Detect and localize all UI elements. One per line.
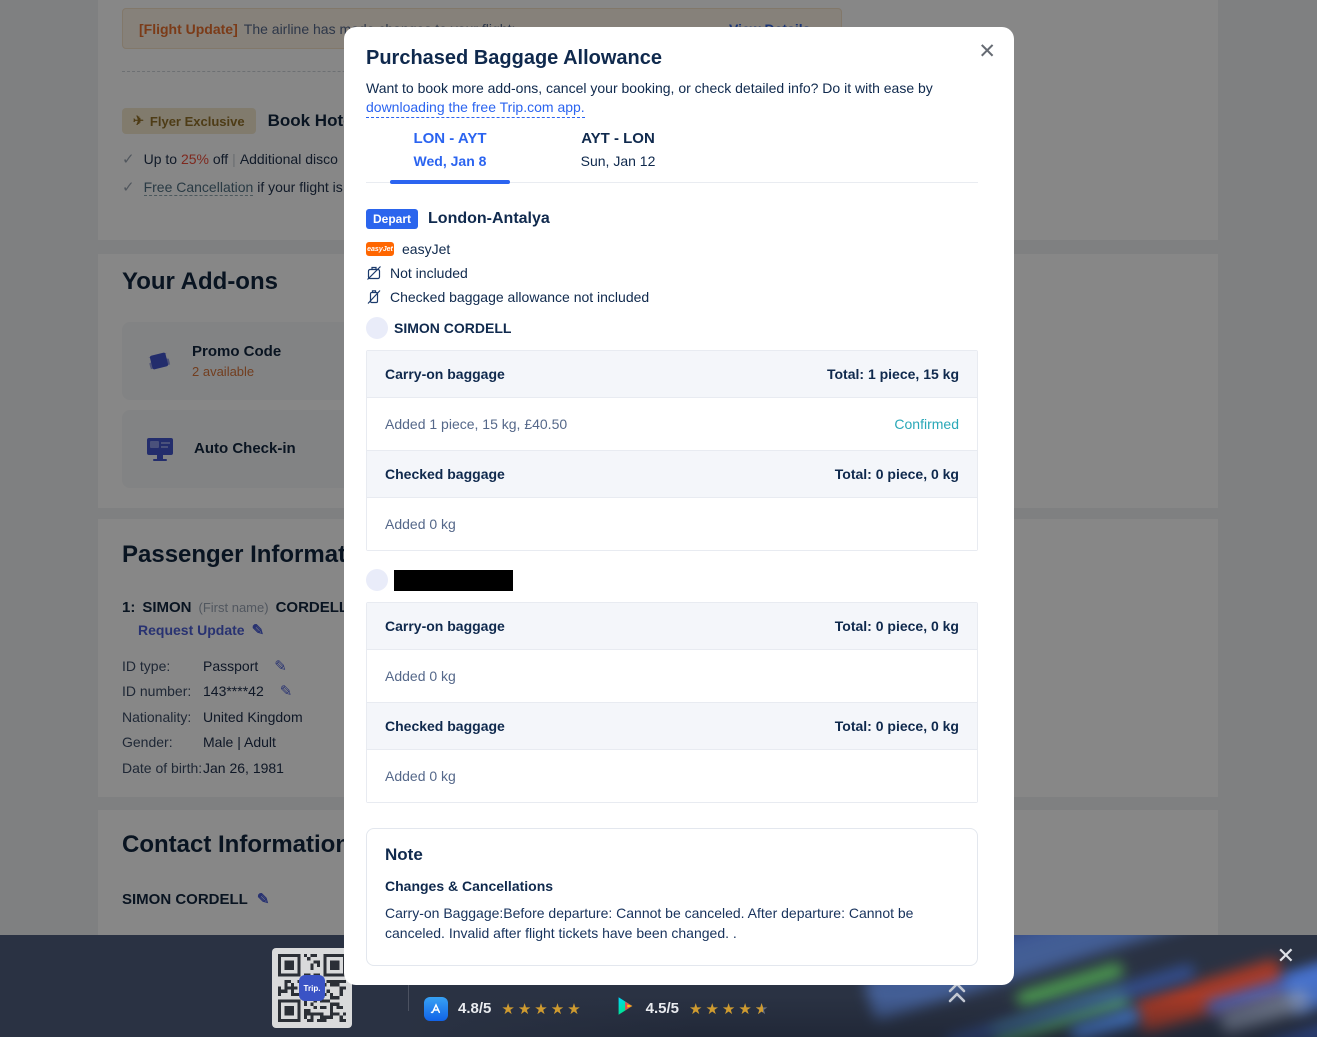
modal-title: Purchased Baggage Allowance xyxy=(366,47,978,70)
checked-note-row: Checked baggage allowance not included xyxy=(366,289,978,305)
passenger2-row xyxy=(366,569,978,591)
active-tab-underline xyxy=(390,180,510,184)
passenger1-name: SIMON CORDELL xyxy=(394,320,511,336)
airline-name: easyJet xyxy=(402,241,450,257)
table-row: Checked baggage Total: 0 piece, 0 kg xyxy=(367,450,977,497)
passenger-avatar xyxy=(366,569,388,591)
baggage-table-passenger1: Carry-on baggage Total: 1 piece, 15 kg A… xyxy=(366,350,978,551)
download-app-link[interactable]: downloading the free Trip.com app. xyxy=(366,99,585,118)
passenger1-row: SIMON CORDELL xyxy=(366,317,978,339)
appstore-rating: 4.8/5 xyxy=(458,1000,491,1017)
google-play-icon xyxy=(614,995,636,1022)
segment-header: Depart London-Antalya xyxy=(366,209,978,229)
play-rating: 4.5/5 xyxy=(646,1000,679,1017)
note-title: Note xyxy=(385,845,959,865)
table-row: Added 0 kg xyxy=(367,649,977,702)
tab-ayt-lon[interactable]: AYT - LON Sun, Jan 12 xyxy=(534,130,702,182)
tab-lon-ayt[interactable]: LON - AYT Wed, Jan 8 xyxy=(366,130,534,182)
trip-logo: Trip. xyxy=(299,975,325,1001)
table-row: Added 0 kg xyxy=(367,749,977,802)
play-stars: ★★★★★★ xyxy=(689,1000,771,1018)
flight-tabs: LON - AYT Wed, Jan 8 AYT - LON Sun, Jan … xyxy=(366,130,978,183)
easyjet-logo: easyJet xyxy=(366,242,394,256)
baggage-allowance-modal: ✕ Purchased Baggage Allowance Want to bo… xyxy=(344,27,1014,985)
table-row: Carry-on baggage Total: 1 piece, 15 kg xyxy=(367,351,977,397)
baggage-table-passenger2: Carry-on baggage Total: 0 piece, 0 kg Ad… xyxy=(366,602,978,803)
airline-row: easyJet easyJet xyxy=(366,241,978,257)
depart-badge: Depart xyxy=(366,209,418,229)
app-qr-code: Trip. xyxy=(272,948,352,1028)
segment-route: London-Antalya xyxy=(428,210,550,228)
modal-close-icon[interactable]: ✕ xyxy=(978,39,996,64)
redacted-name xyxy=(394,570,513,591)
note-body: Carry-on Baggage:Before departure: Canno… xyxy=(385,903,930,943)
banner-close-icon[interactable]: ✕ xyxy=(1277,943,1295,969)
app-ratings: 4.8/5 ★★★★★ 4.5/5 ★★★★★★ xyxy=(424,995,771,1022)
app-store-icon xyxy=(424,997,448,1021)
status-badge: Confirmed xyxy=(894,416,959,432)
carry-on-not-included-icon xyxy=(366,265,382,281)
table-row: Added 1 piece, 15 kg, £40.50 Confirmed xyxy=(367,397,977,450)
table-row: Checked baggage Total: 0 piece, 0 kg xyxy=(367,702,977,749)
checked-baggage-not-included-icon xyxy=(366,289,382,305)
note-card: Note Changes & Cancellations Carry-on Ba… xyxy=(366,828,978,966)
modal-subtitle: Want to book more add-ons, cancel your b… xyxy=(366,80,966,118)
appstore-stars: ★★★★★ xyxy=(501,1000,583,1018)
passenger-avatar xyxy=(366,317,388,339)
carry-on-note-row: Not included xyxy=(366,265,978,281)
table-row: Added 0 kg xyxy=(367,497,977,550)
note-subtitle: Changes & Cancellations xyxy=(385,878,959,894)
table-row: Carry-on baggage Total: 0 piece, 0 kg xyxy=(367,603,977,649)
